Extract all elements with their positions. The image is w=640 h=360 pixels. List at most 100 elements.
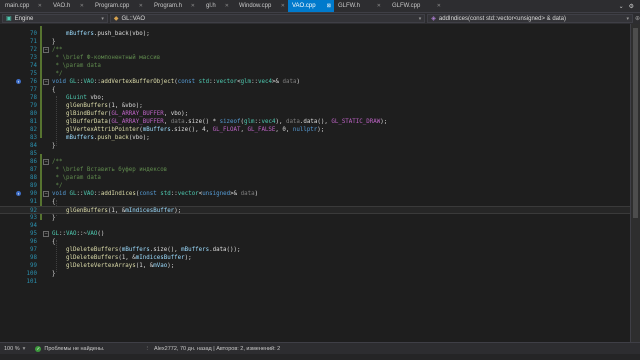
chevron-down-icon: ▾ (101, 15, 104, 22)
code-text: /** (52, 47, 63, 53)
code-text: } (52, 271, 56, 277)
close-icon[interactable]: ✕ (377, 0, 384, 12)
member-label: addIndices(const std::vector<unsigned> &… (438, 15, 566, 22)
chevron-down-icon: ▾ (418, 15, 422, 22)
tab-vao-cpp[interactable]: VAO.cpp ⊠ (288, 0, 334, 12)
line-number: 71 (30, 39, 37, 45)
fold-toggle-icon[interactable]: − (43, 79, 49, 85)
line-number: 88 (30, 175, 37, 181)
line-number: 90 (30, 191, 37, 197)
tab-label: GLFW.cpp (392, 3, 421, 9)
tab-glfw-h[interactable]: GLFW.h ✕ (334, 0, 384, 12)
line-number: 82 (30, 127, 37, 133)
line-number: 74 (30, 63, 37, 69)
code-text: } (52, 39, 56, 45)
code-text: void GL::VAO::addIndices(const std::vect… (52, 191, 259, 197)
code-line: 100 } (0, 270, 640, 278)
tab-vao-h[interactable]: VAO.h ✕ (45, 0, 87, 12)
code-line: 80 glBindBuffer(GL_ARRAY_BUFFER, vbo); (0, 110, 640, 118)
code-text: /** (52, 159, 63, 165)
code-line: 87 * \brief Вставить буфер индексов (0, 166, 640, 174)
line-number: 89 (30, 183, 37, 189)
line-number: 96 (30, 239, 37, 245)
tab-window-cpp[interactable]: Window.cpp ✕ (232, 0, 288, 12)
line-number: 98 (30, 255, 37, 261)
line-number: 81 (30, 119, 37, 125)
project-dropdown[interactable]: ▣ Engine ▾ (2, 14, 108, 23)
code-line: 74 * \param data (0, 62, 640, 70)
tab-main-cpp[interactable]: main.cpp ✕ (0, 0, 45, 12)
pin-icon[interactable]: ⊠ (327, 0, 334, 12)
code-editor[interactable]: 70 mBuffers.push_back(vbo); 71 } 72 − /*… (0, 24, 640, 342)
git-blame-info[interactable]: Alex2772, 70 дн. назад | Авторов: 2, изм… (154, 346, 280, 352)
line-number: 91 (30, 199, 37, 205)
close-icon[interactable]: ✕ (281, 0, 288, 12)
vertical-scrollbar[interactable] (630, 24, 640, 342)
tab-overflow: ⌄ ⚙ (444, 0, 640, 12)
tab-label: VAO.h (53, 3, 71, 9)
code-line: 91 { (0, 198, 640, 206)
code-text: */ (52, 71, 63, 77)
code-line: 95 − GL::VAO::~VAO() (0, 230, 640, 238)
close-icon[interactable]: ✕ (80, 0, 87, 12)
zoom-level[interactable]: 100 % (4, 346, 20, 352)
line-number: 76 (30, 79, 37, 85)
code-text: GL::VAO::~VAO() (52, 231, 105, 237)
codelens-marker-icon[interactable]: ↑ (16, 79, 21, 84)
fold-toggle-icon[interactable]: − (43, 159, 49, 165)
tab-program-cpp[interactable]: Program.cpp ✕ (87, 0, 146, 12)
tab-gl-h[interactable]: gl.h ✕ (198, 0, 232, 12)
code-line: 94 (0, 222, 640, 230)
line-number: 78 (30, 95, 37, 101)
code-line: 89 */ (0, 182, 640, 190)
close-icon[interactable]: ✕ (38, 0, 45, 12)
settings-icon[interactable]: ⚙ (629, 3, 634, 10)
fold-toggle-icon[interactable]: − (43, 191, 49, 197)
code-line: 85 (0, 150, 640, 158)
scrollbar-thumb[interactable] (633, 28, 638, 218)
code-line: 78 GLuint vbo; (0, 94, 640, 102)
code-text: */ (52, 183, 63, 189)
code-line: 72 − /** (0, 46, 640, 54)
fold-toggle-icon[interactable]: − (43, 47, 49, 53)
code-line: 79 glGenBuffers(1, &vbo); (0, 102, 640, 110)
class-icon: ◆ (113, 16, 119, 22)
code-text: mBuffers.push_back(vbo); (65, 135, 150, 141)
line-number: 73 (30, 55, 37, 61)
line-number: 84 (30, 143, 37, 149)
code-text: } (52, 143, 56, 149)
member-dropdown[interactable]: ◈ addIndices(const std::vector<unsigned>… (427, 14, 633, 23)
chevron-down-icon[interactable]: ▾ (23, 346, 26, 352)
line-number: 75 (30, 71, 37, 77)
code-text: void GL::VAO::addVertexBufferObject(cons… (52, 79, 300, 85)
close-icon[interactable]: ✕ (139, 0, 146, 12)
tab-list-icon[interactable]: ⌄ (619, 3, 624, 10)
codelens-marker-icon[interactable]: ↑ (16, 191, 21, 196)
issues-status[interactable]: Проблемы не найдены. (44, 346, 104, 352)
code-text: * \param data (52, 175, 101, 181)
navigation-bar: ▣ Engine ▾ ◆ GL::VAO ▾ ◈ addIndices(cons… (0, 12, 640, 24)
fold-toggle-icon[interactable]: − (43, 231, 49, 237)
code-line: 98 glDeleteBuffers(1, &mIndicesBuffer); (0, 254, 640, 262)
line-number: 100 (26, 271, 37, 277)
scope-dropdown[interactable]: ◆ GL::VAO ▾ (109, 14, 426, 23)
code-text: * \param data (52, 63, 101, 69)
close-icon[interactable]: ✕ (437, 0, 444, 12)
code-text: glDeleteBuffers(mBuffers.size(), mBuffer… (65, 247, 241, 253)
code-line: ↑ 90 − void GL::VAO::addIndices(const st… (0, 190, 640, 198)
project-icon: ▣ (6, 16, 12, 22)
close-icon[interactable]: ✕ (191, 0, 198, 12)
code-text: glBufferData(GL_ARRAY_BUFFER, data.size(… (65, 119, 388, 125)
split-icon[interactable]: ⊕ (635, 15, 640, 22)
line-number: 70 (30, 31, 37, 37)
tab-program-h[interactable]: Program.h ✕ (146, 0, 198, 12)
check-circle-icon: ✓ (35, 345, 42, 352)
line-number: 86 (30, 159, 37, 165)
code-text: glBindBuffer(GL_ARRAY_BUFFER, vbo); (65, 111, 189, 117)
tab-glfw-cpp[interactable]: GLFW.cpp ✕ (384, 0, 444, 12)
code-text: * \brief Ф-компонентный массив (52, 55, 161, 61)
line-number: 87 (30, 167, 37, 173)
code-line: 99 glDeleteVertexArrays(1, &mVao); (0, 262, 640, 270)
close-icon[interactable]: ✕ (225, 0, 232, 12)
code-line: 96 { (0, 238, 640, 246)
